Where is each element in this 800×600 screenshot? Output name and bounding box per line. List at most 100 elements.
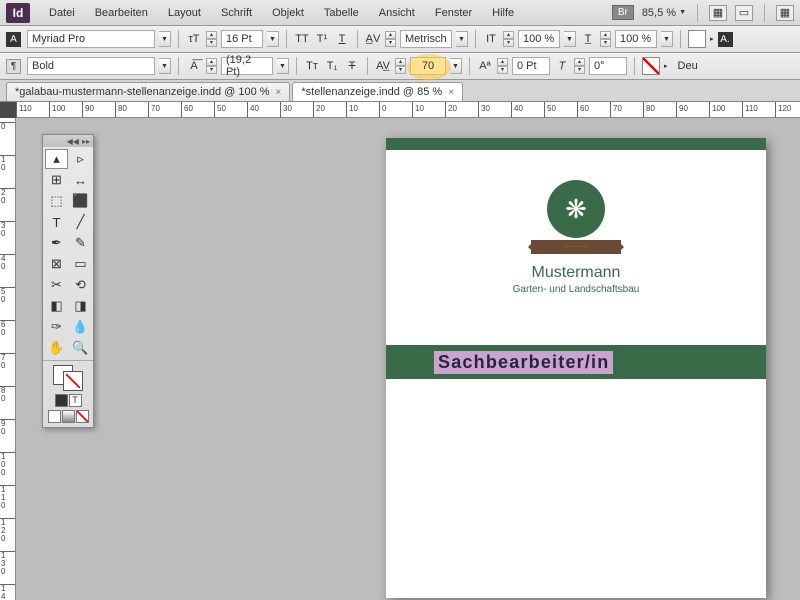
dropdown-icon[interactable]: ▼ [661,31,673,47]
leading-stepper[interactable]: ▴▾ [206,58,217,74]
canvas[interactable]: ◀◀▸▸ ▴ ▹ ⊞ ↔ ⬚ ⬛ T ╱ ✒ ✎ ⊠ ▭ ✂ ⟲ ◧ ◨ ✑ 💧 [16,118,800,600]
char-style-icon[interactable]: A. [718,32,733,47]
menu-hilfe[interactable]: Hilfe [483,4,523,22]
content-placer-icon[interactable]: ⬛ [69,191,92,211]
dropdown-icon[interactable]: ▼ [159,58,171,74]
dropdown-icon[interactable]: ▼ [450,58,462,74]
leading-field[interactable]: (19,2 Pt) [221,57,273,75]
dropdown-icon[interactable]: ▼ [564,31,576,47]
menu-tabelle[interactable]: Tabelle [315,4,368,22]
menu-fenster[interactable]: Fenster [426,4,481,22]
leading-icon: A͞ [186,58,202,74]
dropdown-icon[interactable]: ▼ [277,58,289,74]
baseline-field[interactable]: 0 Pt [512,57,550,75]
screen-mode-icon[interactable]: ▭ [735,5,753,21]
scissors-tool-icon[interactable]: ✂ [45,275,68,295]
hand-tool-icon[interactable]: ✋ [45,338,68,358]
rect-tool-icon[interactable]: ▭ [69,254,92,274]
panel-header[interactable]: ◀◀▸▸ [43,135,93,147]
fill-swatch[interactable] [688,30,706,48]
control-bar-row2: ¶ Bold▼ A͞ ▴▾ (19,2 Pt)▼ Tᴛ T₁ T AV̲ ▴▾ … [0,53,800,80]
close-icon[interactable]: × [276,87,282,98]
font-weight-field[interactable]: Bold [27,57,155,75]
dropdown-icon[interactable]: ▼ [456,31,468,47]
char-format-icon[interactable]: A [6,32,21,47]
size-stepper[interactable]: ▴▾ [206,31,217,47]
stroke-icon[interactable] [63,371,83,391]
separator [680,30,681,48]
eyedropper-tool-icon[interactable]: 💧 [69,317,92,337]
zoom-tool-icon[interactable]: 🔍 [69,338,92,358]
expand-icon[interactable]: ▸ [710,35,714,43]
gradient-swatch-icon[interactable]: ◧ [45,296,68,316]
expand-icon[interactable]: ▸ [664,62,668,70]
tracking-stepper[interactable]: ▴▾ [395,58,406,74]
gap-tool-icon[interactable]: ↔ [69,170,92,190]
format-container-icon[interactable] [55,394,68,407]
transform-tool-icon[interactable]: ⟲ [69,275,92,295]
document-page[interactable]: ❋ ············ Mustermann Garten- und La… [386,138,766,598]
tracking-field[interactable]: 70 [410,57,446,75]
ruler-tick: 110 [0,485,16,510]
apply-gradient-icon[interactable] [62,410,75,423]
fill-stroke-swatch[interactable] [53,365,83,391]
skew-stepper[interactable]: ▴▾ [574,58,585,74]
ruler-tick: 80 [0,386,16,403]
ruler-tick: 20 [0,188,16,205]
type-tool-icon[interactable]: T [45,212,68,232]
line-tool-icon[interactable]: ╱ [69,212,92,232]
hscale-stepper[interactable]: ▴▾ [600,31,611,47]
apply-color-icon[interactable] [48,410,61,423]
logo-area: ❋ ············ Mustermann Garten- und La… [386,180,766,295]
text-selection[interactable]: Sachbearbeiter/in [434,351,613,374]
menu-bearbeiten[interactable]: Bearbeiten [86,4,157,22]
view-options-icon[interactable]: ▦ [709,5,727,21]
strike-icon[interactable]: T [344,58,360,74]
bridge-button[interactable]: Br [612,5,634,20]
tab-doc1[interactable]: *galabau-mustermann-stellenanzeige.indd … [6,82,290,101]
underline-icon[interactable]: T [334,31,350,47]
tab-doc2[interactable]: *stellenanzeige.indd @ 85 %× [292,82,463,101]
selection-tool-icon[interactable]: ▴ [45,149,68,169]
tool-panel: ◀◀▸▸ ▴ ▹ ⊞ ↔ ⬚ ⬛ T ╱ ✒ ✎ ⊠ ▭ ✂ ⟲ ◧ ◨ ✑ 💧 [42,134,94,428]
note-tool-icon[interactable]: ✑ [45,317,68,337]
dropdown-icon[interactable]: ▼ [159,31,171,47]
skew-field[interactable]: 0° [589,57,627,75]
close-icon[interactable]: × [448,87,454,98]
para-format-icon[interactable]: ¶ [6,59,21,74]
superscript-icon[interactable]: T¹ [314,31,330,47]
menu-layout[interactable]: Layout [159,4,210,22]
tracking-icon: AV̲ [375,58,391,74]
kerning-stepper[interactable]: ▴▾ [385,31,396,47]
menu-objekt[interactable]: Objekt [263,4,313,22]
gradient-feather-icon[interactable]: ◨ [69,296,92,316]
content-collector-icon[interactable]: ⬚ [45,191,68,211]
pencil-tool-icon[interactable]: ✎ [69,233,92,253]
hscale-field[interactable]: 100 % [615,30,657,48]
zoom-level[interactable]: 85,5 %▼ [642,7,686,19]
stroke-swatch[interactable] [642,57,660,75]
baseline-stepper[interactable]: ▴▾ [497,58,508,74]
tab-label: *galabau-mustermann-stellenanzeige.indd … [15,86,270,98]
font-size-field[interactable]: 16 Pt [221,30,263,48]
kerning-field[interactable]: Metrisch [400,30,452,48]
separator [697,4,698,22]
apply-none-icon[interactable] [76,410,89,423]
font-family-field[interactable]: Myriad Pro [27,30,155,48]
subscript-icon[interactable]: T₁ [324,58,340,74]
pen-tool-icon[interactable]: ✒ [45,233,68,253]
allcaps-icon[interactable]: TT [294,31,310,47]
format-text-icon[interactable]: T [69,394,82,407]
arrange-icon[interactable]: ▦ [776,5,794,21]
menu-schrift[interactable]: Schrift [212,4,261,22]
vscale-stepper[interactable]: ▴▾ [503,31,514,47]
headline-box[interactable]: Sachbearbeiter/in [386,345,766,379]
page-tool-icon[interactable]: ⊞ [45,170,68,190]
vscale-field[interactable]: 100 % [518,30,560,48]
menu-datei[interactable]: Datei [40,4,84,22]
menu-ansicht[interactable]: Ansicht [370,4,424,22]
smallcaps-icon[interactable]: Tᴛ [304,58,320,74]
rect-frame-tool-icon[interactable]: ⊠ [45,254,68,274]
dropdown-icon[interactable]: ▼ [267,31,279,47]
direct-select-tool-icon[interactable]: ▹ [69,149,92,169]
